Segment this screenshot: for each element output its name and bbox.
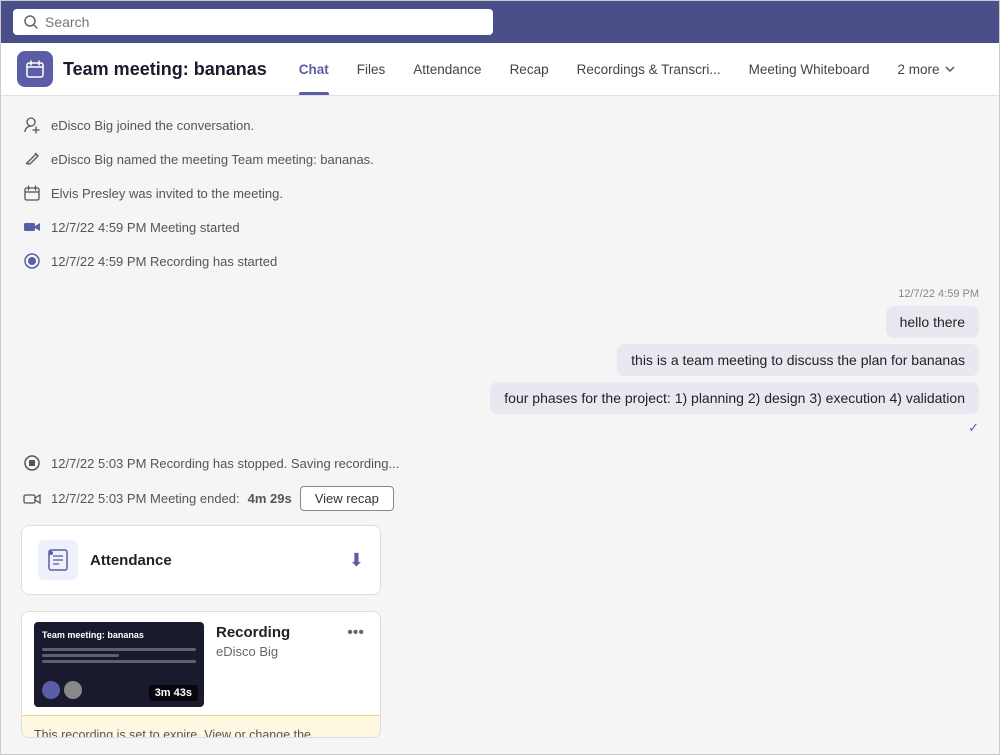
- attendance-card: Attendance ⬇: [21, 525, 381, 595]
- system-msg-named-text: eDisco Big named the meeting Team meetin…: [51, 152, 374, 167]
- meeting-end-icon: [21, 488, 43, 510]
- thumb-line-2: [42, 654, 119, 657]
- recording-stopped-text: 12/7/22 5:03 PM Recording has stopped. S…: [51, 456, 399, 471]
- system-msg-started: 12/7/22 4:59 PM Meeting started: [21, 214, 979, 240]
- system-msg-recording-text: 12/7/22 4:59 PM Recording has started: [51, 254, 277, 269]
- recording-more-button[interactable]: •••: [343, 624, 368, 642]
- recording-owner: eDisco Big: [216, 644, 368, 659]
- calendar-invite-icon: [21, 182, 43, 204]
- tabs: Chat Files Attendance Recap Recordings &…: [285, 43, 970, 95]
- pencil-icon: [21, 148, 43, 170]
- recording-duration: 3m 43s: [149, 685, 198, 701]
- recording-stopped-row: 12/7/22 5:03 PM Recording has stopped. S…: [21, 450, 979, 476]
- view-recap-button[interactable]: View recap: [300, 486, 394, 511]
- tab-more-label: 2 more: [897, 62, 939, 77]
- thumb-line-3: [42, 660, 196, 663]
- video-icon: [21, 216, 43, 238]
- message-bubble-1: hello there: [886, 306, 979, 338]
- system-msg-recording: 12/7/22 4:59 PM Recording has started: [21, 248, 979, 274]
- recording-thumbnail[interactable]: Team meeting: bananas 3m 43s: [34, 622, 204, 707]
- message-timestamp: 12/7/22 4:59 PM: [898, 288, 979, 300]
- meeting-duration: 4m 29s: [248, 491, 292, 506]
- recording-card-header: Team meeting: bananas 3m 43s Recording: [22, 612, 380, 715]
- record-stop-icon: [21, 452, 43, 474]
- attendance-icon: [45, 547, 71, 573]
- message-bubble-3: four phases for the project: 1) planning…: [490, 382, 979, 414]
- chevron-down-icon: [944, 63, 956, 75]
- system-msg-invited-text: Elvis Presley was invited to the meeting…: [51, 186, 283, 201]
- system-msg-joined: eDisco Big joined the conversation.: [21, 112, 979, 138]
- header: Team meeting: bananas Chat Files Attenda…: [1, 43, 999, 96]
- attendance-icon-box: [38, 540, 78, 580]
- tab-chat[interactable]: Chat: [285, 43, 343, 95]
- message-read-check: ✓: [968, 420, 979, 436]
- tab-recordings[interactable]: Recordings & Transcri...: [563, 43, 735, 95]
- meeting-icon-wrap: [17, 51, 53, 87]
- tab-files[interactable]: Files: [343, 43, 400, 95]
- search-input[interactable]: [45, 14, 483, 30]
- expiry-text: This recording is set to expire. View or…: [34, 728, 311, 738]
- search-bar: [1, 1, 999, 43]
- thumb-avatar-2: [64, 681, 82, 699]
- recording-name: Recording: [216, 624, 290, 641]
- record-icon: [21, 250, 43, 272]
- search-icon: [23, 14, 39, 30]
- system-msg-started-text: 12/7/22 4:59 PM Meeting started: [51, 220, 240, 235]
- system-msg-invited: Elvis Presley was invited to the meeting…: [21, 180, 979, 206]
- search-input-wrap[interactable]: [13, 9, 493, 35]
- calendar-meeting-icon: [25, 59, 45, 79]
- meeting-ended-text: 12/7/22 5:03 PM Meeting ended:: [51, 491, 240, 506]
- attendance-label: Attendance: [90, 552, 337, 569]
- person-add-icon: [21, 114, 43, 136]
- thumb-title: Team meeting: bananas: [42, 630, 196, 640]
- download-icon[interactable]: ⬇: [349, 550, 364, 571]
- thumb-line-1: [42, 648, 196, 651]
- expiry-notice: This recording is set to expire. View or…: [22, 715, 380, 738]
- user-message-group: 12/7/22 4:59 PM hello there this is a te…: [21, 288, 979, 436]
- message-bubble-2: this is a team meeting to discuss the pl…: [617, 344, 979, 376]
- meeting-ended-row: 12/7/22 5:03 PM Meeting ended: 4m 29s Vi…: [21, 484, 979, 513]
- thumb-avatar-1: [42, 681, 60, 699]
- chat-area: eDisco Big joined the conversation. eDis…: [1, 96, 999, 754]
- recording-card: Team meeting: bananas 3m 43s Recording: [21, 611, 381, 738]
- recording-info: Recording ••• eDisco Big: [216, 622, 368, 659]
- tab-more[interactable]: 2 more: [883, 43, 969, 95]
- meeting-title: Team meeting: bananas: [63, 59, 267, 80]
- tab-recap[interactable]: Recap: [496, 43, 563, 95]
- tab-attendance[interactable]: Attendance: [399, 43, 495, 95]
- tab-whiteboard[interactable]: Meeting Whiteboard: [735, 43, 884, 95]
- system-msg-named: eDisco Big named the meeting Team meetin…: [21, 146, 979, 172]
- system-msg-joined-text: eDisco Big joined the conversation.: [51, 118, 254, 133]
